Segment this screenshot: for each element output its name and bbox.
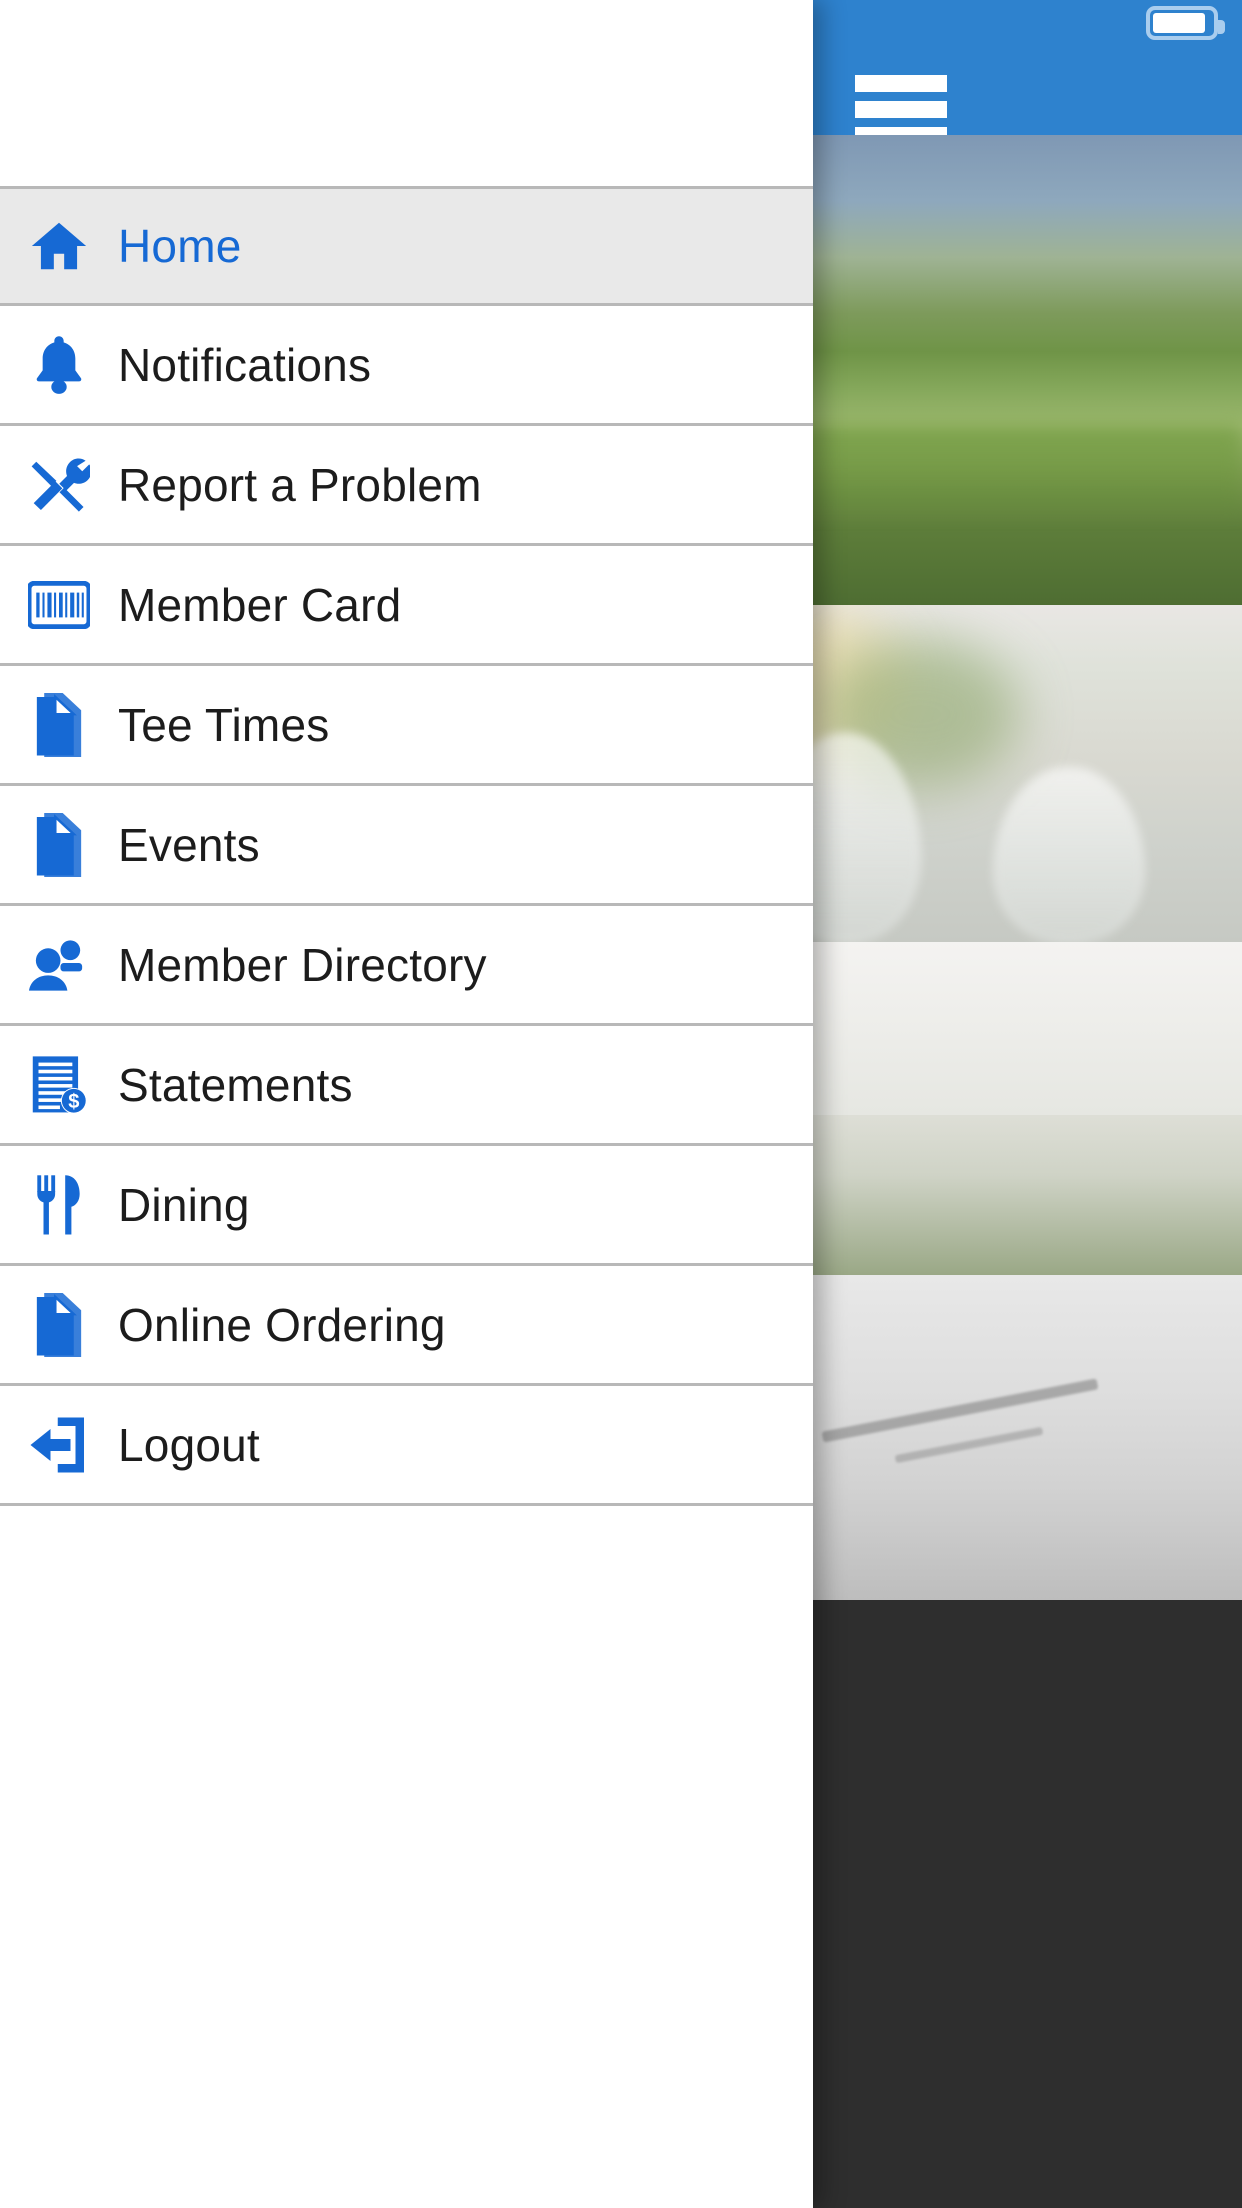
navigation-drawer: Home Notifications Report a Problem Memb… xyxy=(0,0,813,2208)
drawer-menu-list: Home Notifications Report a Problem Memb… xyxy=(0,186,813,1506)
sidebar-item-events[interactable]: Events xyxy=(0,786,813,906)
sidebar-item-label: Dining xyxy=(118,1178,250,1231)
sidebar-item-notifications[interactable]: Notifications xyxy=(0,306,813,426)
people-icon xyxy=(0,936,118,994)
bell-icon xyxy=(0,334,118,396)
tools-icon xyxy=(0,454,118,516)
document-icon xyxy=(0,812,118,877)
sidebar-item-statements[interactable]: $ Statements xyxy=(0,1026,813,1146)
app-screen: SYCAMORE MENU TEE TIMES EVE xyxy=(0,0,1242,2208)
home-icon xyxy=(0,215,118,277)
sidebar-item-label: Tee Times xyxy=(118,698,330,751)
sidebar-item-tee-times[interactable]: Tee Times xyxy=(0,666,813,786)
fork-knife-icon xyxy=(0,1174,118,1236)
sidebar-item-member-card[interactable]: Member Card xyxy=(0,546,813,666)
sidebar-item-member-directory[interactable]: Member Directory xyxy=(0,906,813,1026)
sidebar-item-dining[interactable]: Dining xyxy=(0,1146,813,1266)
sidebar-item-report-a-problem[interactable]: Report a Problem xyxy=(0,426,813,546)
sidebar-item-logout[interactable]: Logout xyxy=(0,1386,813,1506)
sidebar-item-home[interactable]: Home xyxy=(0,186,813,306)
sidebar-item-label: Member Card xyxy=(118,578,402,631)
sidebar-item-label: Home xyxy=(118,220,242,272)
logout-arrow-icon xyxy=(0,1416,118,1474)
barcode-icon xyxy=(0,580,118,629)
sidebar-item-label: Member Directory xyxy=(118,938,487,991)
sidebar-item-label: Notifications xyxy=(118,338,372,391)
statement-dollar-icon: $ xyxy=(0,1054,118,1116)
sidebar-item-label: Statements xyxy=(118,1058,353,1111)
sidebar-item-online-ordering[interactable]: Online Ordering xyxy=(0,1266,813,1386)
sidebar-item-label: Report a Problem xyxy=(118,458,482,511)
svg-text:$: $ xyxy=(68,1090,79,1112)
document-icon xyxy=(0,692,118,757)
sidebar-item-label: Online Ordering xyxy=(118,1298,446,1351)
document-icon xyxy=(0,1292,118,1357)
sidebar-item-label: Events xyxy=(118,818,260,871)
sidebar-item-label: Logout xyxy=(118,1418,260,1471)
